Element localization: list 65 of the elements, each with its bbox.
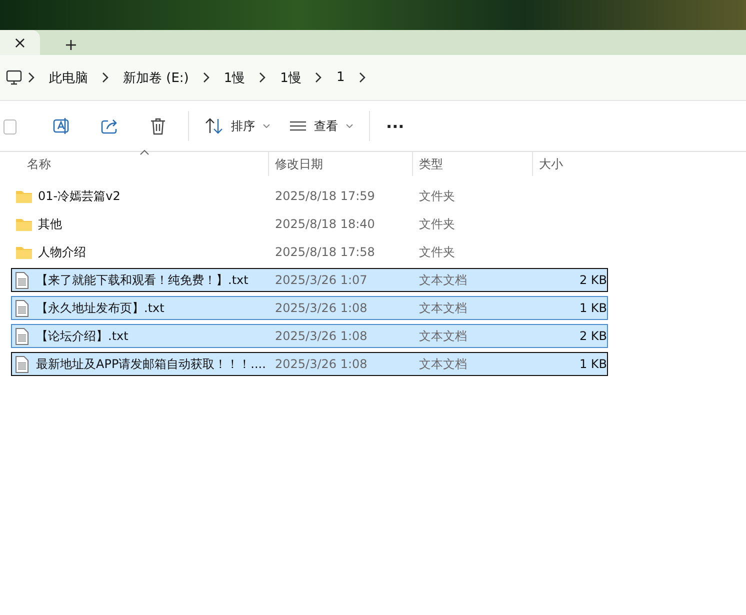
folder-icon	[15, 188, 33, 204]
file-name: 【永久地址发布页】.txt	[35, 300, 164, 316]
document-icon	[15, 328, 29, 344]
breadcrumb-item[interactable]: 1慢	[216, 68, 254, 86]
file-type: 文本文档	[418, 356, 468, 372]
document-icon	[15, 272, 29, 288]
file-type: 文件夹	[418, 216, 456, 232]
modified-date: 2025/8/18 17:59	[274, 189, 376, 203]
column-header[interactable]: 类型	[412, 152, 532, 176]
file-name: 【来了就能下载和观看！纯免费！】.txt	[35, 272, 248, 288]
modified-date: 2025/8/18 17:58	[274, 245, 376, 259]
chevron-icon	[315, 72, 322, 83]
file-name: 人物介绍	[38, 244, 86, 260]
file-type: 文本文档	[418, 272, 468, 288]
breadcrumb-item[interactable]: 此电脑	[41, 68, 96, 86]
file-row[interactable]: 【永久地址发布页】.txt 2025/3/26 1:08 文本文档 1 KB	[11, 296, 608, 320]
file-name: 其他	[38, 216, 62, 232]
file-size: 1 KB	[578, 301, 607, 315]
new-tab-button[interactable]: +	[54, 33, 88, 55]
modified-date: 2025/3/26 1:08	[274, 329, 368, 343]
file-size: 2 KB	[578, 273, 607, 287]
file-name: 01-冷嫣芸篇v2	[38, 188, 120, 204]
breadcrumb-item[interactable]: 1	[328, 70, 353, 85]
folder-icon	[15, 216, 33, 232]
breadcrumb-item[interactable]: 新加卷 (E:)	[115, 68, 197, 86]
file-name: 最新地址及APP请发邮箱自动获取！！！....	[35, 356, 266, 372]
modified-date: 2025/3/26 1:08	[274, 301, 368, 315]
document-icon	[15, 300, 29, 316]
file-type: 文件夹	[418, 244, 456, 260]
file-row[interactable]: 其他 2025/8/18 18:40 文件夹	[11, 212, 608, 236]
file-row[interactable]: 最新地址及APP请发邮箱自动获取！！！.... 2025/3/26 1:08 文本文档 1 KB	[11, 352, 608, 376]
caret-icon	[346, 124, 353, 128]
chevron-icon	[358, 72, 366, 83]
file-type: 文件夹	[418, 188, 456, 204]
file-row[interactable]: 01-冷嫣芸篇v2 2025/8/18 17:59 文件夹	[11, 184, 608, 208]
close-tab-button[interactable]: ×	[0, 30, 40, 55]
file-row[interactable]: 【论坛介绍】.txt 2025/3/26 1:08 文本文档 2 KB	[11, 324, 608, 348]
column-header[interactable]: 名称	[0, 152, 268, 176]
view-button[interactable]: 查看	[280, 108, 363, 144]
file-size: 2 KB	[578, 329, 607, 343]
chevron-icon	[28, 72, 35, 83]
chevron-icon	[202, 72, 210, 83]
caret-icon	[263, 124, 270, 128]
file-size: 1 KB	[578, 357, 607, 371]
sort-icon	[205, 118, 223, 134]
sort-caret-icon	[140, 150, 149, 155]
modified-date: 2025/3/26 1:08	[274, 357, 368, 371]
column-header[interactable]: 修改日期	[268, 152, 412, 176]
file-name: 【论坛介绍】.txt	[35, 328, 128, 344]
file-row[interactable]: 人物介绍 2025/8/18 17:58 文件夹	[11, 240, 608, 264]
modified-date: 2025/8/18 18:40	[274, 217, 376, 231]
breadcrumb-item[interactable]: 1慢	[272, 68, 310, 86]
file-type: 文本文档	[418, 328, 468, 344]
modified-date: 2025/3/26 1:07	[274, 273, 368, 287]
folder-icon	[15, 244, 33, 260]
chevron-icon	[259, 72, 266, 83]
column-header[interactable]: 大小	[532, 152, 612, 176]
file-type: 文本文档	[418, 300, 468, 316]
computer-icon	[6, 70, 22, 85]
chevron-icon	[102, 72, 109, 83]
file-row[interactable]: 【来了就能下载和观看！纯免费！】.txt 2025/3/26 1:07 文本文档 2 KB	[11, 268, 608, 292]
lines-icon	[290, 121, 306, 131]
more-button[interactable]: ···	[376, 108, 414, 144]
document-icon	[15, 356, 29, 372]
sort-button[interactable]: 排序	[195, 108, 280, 144]
